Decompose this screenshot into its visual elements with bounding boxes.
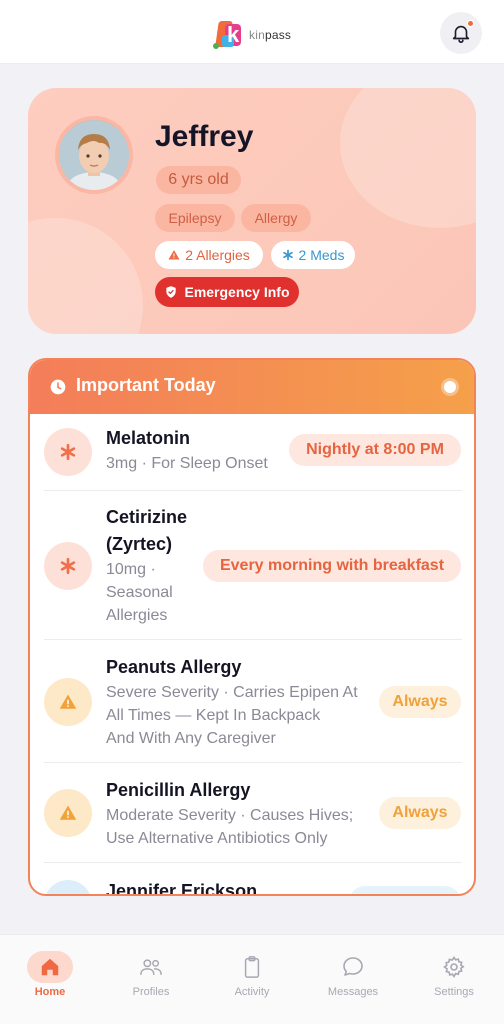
item-title: Penicillin Allergy xyxy=(106,780,251,800)
important-today-card: Important Today Melatonin 3mg · For Slee… xyxy=(28,358,476,896)
live-indicator-dot xyxy=(444,381,456,393)
item-subtitle-line2: All Times — Kept In Backpack xyxy=(106,707,321,724)
med-icon xyxy=(44,542,92,590)
important-today-title: Important Today xyxy=(76,375,216,395)
list-item-melatonin[interactable]: Melatonin 3mg · For Sleep Onset Nightly … xyxy=(44,426,462,490)
schedule-badge: Every morning with breakfast xyxy=(203,550,461,582)
contact-icon xyxy=(44,880,92,894)
asterisk-icon xyxy=(282,249,293,261)
item-subtitle-line2: Use Alternative Antibiotics Only xyxy=(106,830,328,847)
nav-home-icon-wrap xyxy=(27,951,73,983)
child-photo xyxy=(59,120,129,190)
nav-profiles[interactable]: Profiles xyxy=(101,935,201,1005)
warning-icon xyxy=(59,805,77,820)
meds-count: 2 Meds xyxy=(298,247,345,263)
clock-icon xyxy=(50,379,66,395)
nav-settings-label: Settings xyxy=(434,986,474,998)
item-title: Cetirizine xyxy=(106,507,188,527)
nav-home-label: Home xyxy=(34,986,66,998)
allergy-icon xyxy=(44,789,92,837)
nav-settings[interactable]: Settings xyxy=(404,935,504,1005)
emergency-info-button[interactable]: Emergency Info xyxy=(155,277,299,307)
clipboard-icon xyxy=(244,956,260,978)
kinpass-logo[interactable]: k kinpass xyxy=(213,18,293,52)
item-subtitle-line3: Allergies xyxy=(106,607,168,624)
nav-profiles-label: Profiles xyxy=(132,986,170,998)
item-title: Melatonin xyxy=(106,428,190,448)
schedule-badge: Nightly at 8:00 PM xyxy=(289,434,461,466)
brand-name: kinpass xyxy=(249,28,292,42)
warning-icon xyxy=(168,250,180,260)
item-subtitle: 3mg · For Sleep Onset xyxy=(106,455,268,472)
kinpass-logo-mark: k xyxy=(213,18,247,52)
home-icon xyxy=(41,958,59,976)
item-subtitle: Severe Severity · Carries Epipen At xyxy=(106,684,358,701)
frequency-badge: Always xyxy=(379,686,461,718)
item-subtitle: Moderate Severity · Causes Hives; xyxy=(106,807,354,824)
allergies-count: 2 Allergies xyxy=(185,247,250,263)
notification-dot xyxy=(467,20,474,27)
condition-tag-allergy[interactable]: Allergy xyxy=(241,204,311,232)
contact-badge xyxy=(349,886,461,894)
list-item-penicillin-allergy[interactable]: Penicillin Allergy Moderate Severity · C… xyxy=(44,777,462,857)
nav-messages[interactable]: Messages xyxy=(303,935,403,1005)
condition-tag-epilepsy[interactable]: Epilepsy xyxy=(155,204,235,232)
list-item-jennifer-erickson[interactable]: Jennifer Erickson xyxy=(44,878,462,896)
child-profile-card[interactable]: Jeffrey 6 yrs old Epilepsy Allergy 2 All… xyxy=(28,88,476,334)
item-subtitle: 10mg · xyxy=(106,561,156,578)
list-item-peanuts-allergy[interactable]: Peanuts Allergy Severe Severity · Carrie… xyxy=(44,654,462,754)
list-item-cetirizine[interactable]: Cetirizine (Zyrtec) 10mg · Seasonal Alle… xyxy=(44,504,462,630)
bottom-navigation: Home Profiles Activity Messages Settings xyxy=(0,934,504,1024)
emergency-info-label: Emergency Info xyxy=(184,284,290,300)
important-today-header[interactable]: Important Today xyxy=(30,360,474,414)
med-icon xyxy=(44,428,92,476)
age-badge: 6 yrs old xyxy=(156,166,241,194)
warning-icon xyxy=(59,694,77,709)
item-subtitle-line2: Seasonal xyxy=(106,584,173,601)
allergies-chip[interactable]: 2 Allergies xyxy=(155,241,263,269)
allergy-icon xyxy=(44,678,92,726)
chat-icon xyxy=(343,957,363,976)
notifications-button[interactable] xyxy=(440,12,482,54)
child-name: Jeffrey xyxy=(155,120,254,153)
nav-activity-label: Activity xyxy=(234,986,270,998)
nav-messages-label: Messages xyxy=(327,986,379,998)
avatar[interactable] xyxy=(55,116,133,194)
nav-activity[interactable]: Activity xyxy=(202,935,302,1005)
people-icon xyxy=(140,959,162,976)
item-title: Peanuts Allergy xyxy=(106,657,242,677)
shield-icon xyxy=(166,286,177,298)
item-subtitle-line3: And With Any Caregiver xyxy=(106,730,276,747)
item-title: Jennifer Erickson xyxy=(106,881,258,896)
item-title-line2: (Zyrtec) xyxy=(106,534,173,554)
asterisk-icon xyxy=(60,557,76,575)
meds-chip[interactable]: 2 Meds xyxy=(271,241,355,269)
nav-home[interactable]: Home xyxy=(0,935,100,1005)
asterisk-icon xyxy=(60,443,76,461)
app-header: k kinpass xyxy=(0,0,504,64)
frequency-badge: Always xyxy=(379,797,461,829)
gear-icon xyxy=(443,956,465,979)
